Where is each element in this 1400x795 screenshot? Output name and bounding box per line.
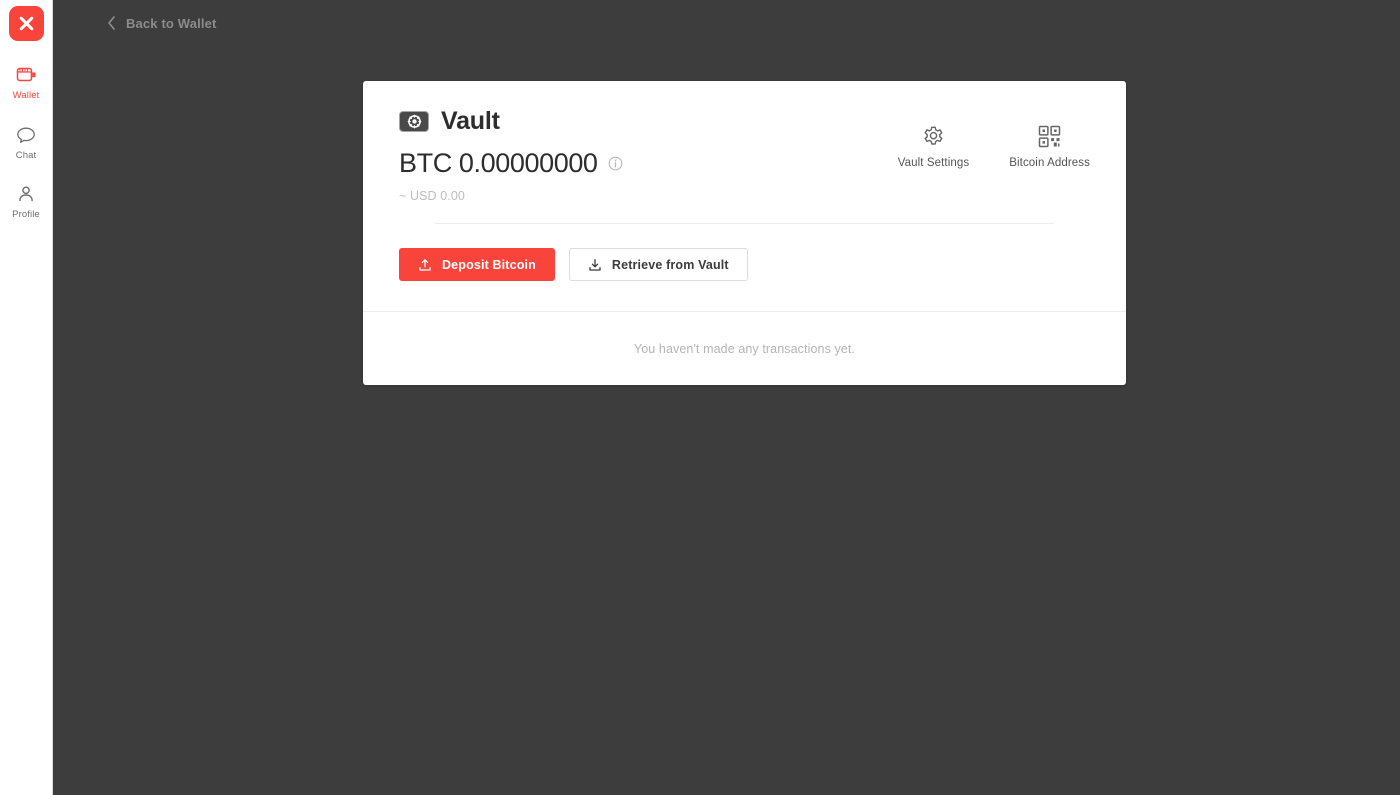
sidebar-item-profile[interactable]: Profile <box>0 182 53 220</box>
sidebar-item-label: Chat <box>15 149 37 161</box>
bitcoin-address-button[interactable]: Bitcoin Address <box>1009 123 1090 169</box>
btc-balance-value: BTC 0.00000000 <box>399 148 598 178</box>
person-icon <box>15 182 37 206</box>
deposit-bitcoin-button[interactable]: Deposit Bitcoin <box>399 248 555 281</box>
vault-dial-icon <box>399 111 429 132</box>
info-circle-icon[interactable] <box>608 156 623 171</box>
page-title: Vault <box>441 107 500 135</box>
vault-card: Vault BTC 0.00000000 ~ USD 0.00 Vault Se… <box>363 81 1126 385</box>
vault-settings-button[interactable]: Vault Settings <box>898 123 970 169</box>
upload-icon <box>418 258 432 272</box>
vault-action-buttons: Deposit Bitcoin Retrieve from Vault <box>363 224 1126 311</box>
chevron-left-icon <box>108 16 115 30</box>
retrieve-from-vault-label: Retrieve from Vault <box>611 257 729 272</box>
chat-bubble-icon <box>15 123 37 147</box>
gear-icon <box>921 123 946 149</box>
x-logo-icon <box>19 16 33 31</box>
wallet-icon <box>15 63 37 87</box>
sidebar: Wallet Chat Profile <box>0 0 53 795</box>
sidebar-item-label: Wallet <box>12 90 40 101</box>
bitcoin-address-label: Bitcoin Address <box>1009 157 1090 169</box>
vault-settings-label: Vault Settings <box>897 157 970 169</box>
sidebar-item-chat[interactable]: Chat <box>0 123 53 161</box>
retrieve-from-vault-button[interactable]: Retrieve from Vault <box>568 248 748 281</box>
sidebar-item-wallet[interactable]: Wallet <box>0 63 53 101</box>
download-icon <box>588 258 602 272</box>
app-root: Wallet Chat Profile Back to Wallet Vault… <box>0 0 1400 795</box>
deposit-bitcoin-label: Deposit Bitcoin <box>442 257 536 272</box>
qr-code-icon <box>1037 123 1062 149</box>
transactions-section: You haven't made any transactions yet. <box>363 311 1126 385</box>
vault-quick-actions: Vault Settings Bitcoin Address <box>898 123 1090 169</box>
back-to-wallet-label: Back to Wallet <box>126 15 217 31</box>
header-divider <box>435 223 1054 224</box>
vault-card-header: Vault BTC 0.00000000 ~ USD 0.00 Vault Se… <box>363 81 1126 224</box>
sidebar-item-label: Profile <box>12 209 40 220</box>
transactions-empty-message: You haven't made any transactions yet. <box>633 341 856 356</box>
app-logo-button[interactable] <box>8 6 44 41</box>
usd-balance-value: ~ USD 0.00 <box>399 189 465 203</box>
back-to-wallet-link[interactable]: Back to Wallet <box>100 11 222 35</box>
main-content: Back to Wallet Vault BTC 0.00000000 ~ US… <box>53 0 1400 795</box>
